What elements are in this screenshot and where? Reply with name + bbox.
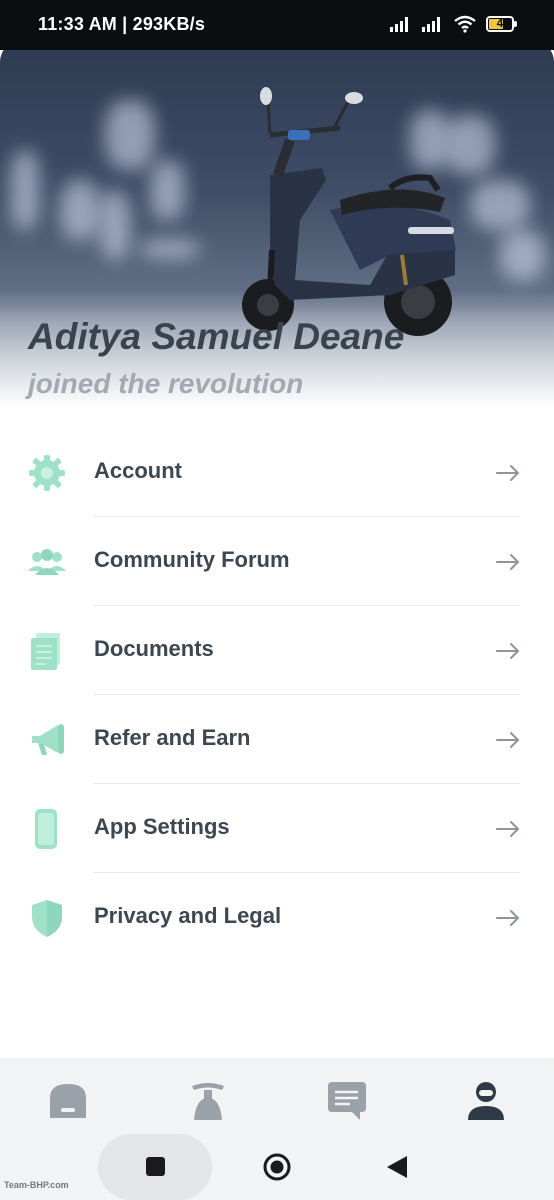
arrow-right-icon — [496, 643, 520, 659]
home-icon[interactable] — [46, 1078, 90, 1122]
menu-label-refer-and-earn: Refer and Earn — [94, 725, 251, 750]
battery-level: 4 — [496, 16, 504, 30]
profile-subtitle: joined the revolution — [28, 368, 304, 399]
profile-name: Aditya Samuel Deane — [28, 316, 405, 357]
arrow-right-icon — [496, 910, 520, 926]
menu-label-documents: Documents — [94, 636, 214, 661]
status-icons: 4 — [390, 14, 517, 34]
system-navigation-bar — [0, 1134, 554, 1200]
menu-item-community-forum[interactable]: Community Forum — [0, 517, 554, 606]
arrow-right-icon — [496, 465, 520, 481]
menu-item-refer-and-earn[interactable]: Refer and Earn — [0, 695, 554, 784]
people-icon — [28, 549, 66, 575]
status-time: 11:33 AM | 293KB/s — [38, 14, 206, 34]
square-icon — [146, 1157, 165, 1176]
menu-label-app-settings: App Settings — [94, 814, 230, 839]
scooter-icon[interactable] — [186, 1078, 230, 1122]
menu-item-privacy-and-legal[interactable]: Privacy and Legal — [0, 873, 554, 962]
signal-icon — [422, 17, 440, 32]
arrow-right-icon — [496, 732, 520, 748]
menu-label-community-forum: Community Forum — [94, 547, 290, 572]
menu-label-account: Account — [94, 458, 182, 483]
menu-item-account[interactable]: Account — [0, 428, 554, 517]
wifi-icon — [454, 15, 476, 33]
phone-icon — [35, 809, 57, 849]
scooter-image — [242, 87, 456, 336]
back-button[interactable] — [385, 1154, 409, 1180]
arrow-right-icon — [496, 554, 520, 570]
arrow-right-icon — [496, 821, 520, 837]
recent-apps-button[interactable] — [98, 1134, 212, 1200]
gear-icon — [29, 455, 65, 491]
watermark-logo: Team-BHP.com — [4, 1180, 69, 1190]
menu-label-privacy-and-legal: Privacy and Legal — [94, 903, 282, 928]
documents-icon — [31, 633, 60, 670]
profile-menu: Account Community Forum Documents Refer … — [0, 428, 554, 962]
signal-icon — [390, 17, 408, 32]
status-bar: 11:33 AM | 293KB/s 4 — [0, 0, 554, 50]
megaphone-icon — [32, 724, 64, 755]
home-button[interactable] — [262, 1152, 292, 1182]
hero-banner — [0, 40, 554, 420]
menu-item-app-settings[interactable]: App Settings — [0, 784, 554, 873]
chat-icon[interactable] — [324, 1078, 368, 1122]
profile-icon[interactable] — [464, 1078, 508, 1122]
battery-icon: 4 — [486, 16, 517, 32]
shield-icon — [32, 900, 62, 937]
menu-item-documents[interactable]: Documents — [0, 606, 554, 695]
